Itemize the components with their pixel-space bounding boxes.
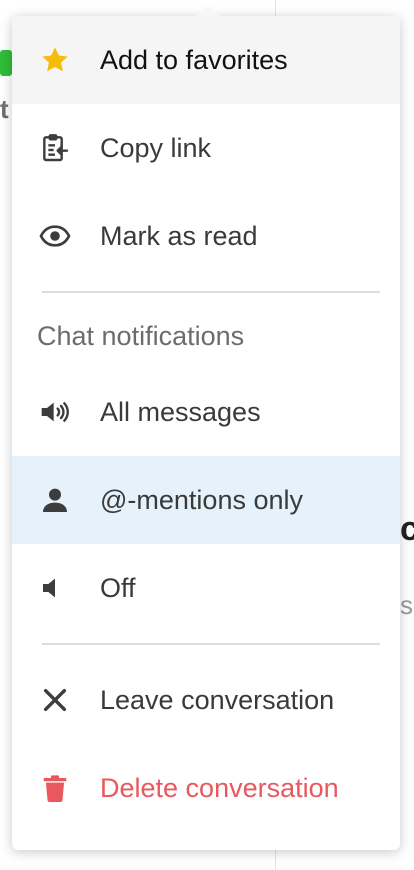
close-icon — [38, 683, 72, 717]
off-label: Off — [100, 572, 136, 603]
background-text-fragment: s — [400, 590, 413, 620]
notify-mentions-only-option[interactable]: @-mentions only — [12, 456, 400, 544]
speaker-off-icon — [38, 571, 72, 605]
notify-off-option[interactable]: Off — [12, 544, 400, 632]
mark-as-read-label: Mark as read — [100, 220, 258, 251]
user-icon — [38, 483, 72, 517]
background-status-badge — [0, 50, 12, 76]
delete-conversation-label: Delete conversation — [100, 772, 339, 803]
eye-icon — [38, 219, 72, 253]
chat-notifications-caption: Chat notifications — [37, 320, 245, 351]
leave-conversation-item[interactable]: Leave conversation — [12, 656, 400, 744]
leave-conversation-label: Leave conversation — [100, 684, 335, 715]
clipboard-icon — [38, 131, 72, 165]
speaker-loud-icon — [38, 395, 72, 429]
copy-link-label: Copy link — [100, 132, 212, 163]
copy-link-item[interactable]: Copy link — [12, 104, 400, 192]
background-heading-fragment: c — [400, 510, 414, 548]
mentions-only-label: @-mentions only — [100, 484, 303, 515]
trash-icon — [38, 771, 72, 805]
background-text-fragment: t — [0, 94, 9, 124]
delete-conversation-item[interactable]: Delete conversation — [12, 744, 400, 832]
star-icon — [38, 43, 72, 77]
menu-separator — [12, 632, 400, 656]
add-to-favorites-item[interactable]: Add to favorites — [12, 16, 400, 104]
add-to-favorites-label: Add to favorites — [100, 44, 288, 75]
notify-all-messages-option[interactable]: All messages — [12, 368, 400, 456]
conversation-actions-menu: Add to favorites Copy link Mark as read … — [12, 6, 400, 850]
menu-separator — [12, 280, 400, 304]
all-messages-label: All messages — [100, 396, 261, 427]
mark-as-read-item[interactable]: Mark as read — [12, 192, 400, 280]
